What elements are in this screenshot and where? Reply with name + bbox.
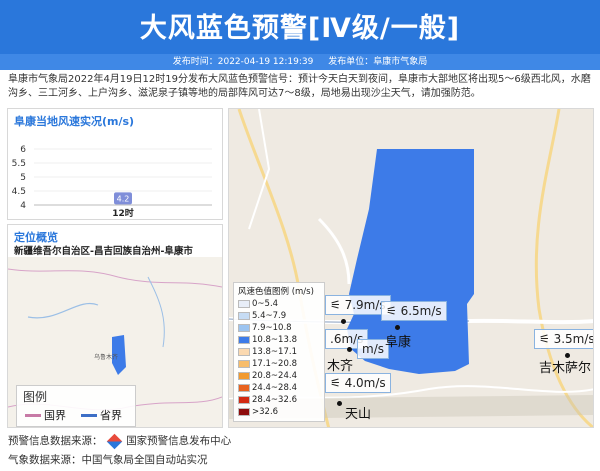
legend-swatch <box>238 383 250 392</box>
legend-row: 28.4~32.6 <box>238 395 297 405</box>
legend-label: 5.4~7.9 <box>252 311 287 321</box>
legend-label: 13.8~17.1 <box>252 347 297 357</box>
legend-row: 5.4~7.9 <box>238 311 286 321</box>
legend-row: >32.6 <box>238 407 278 417</box>
legend-label: >32.6 <box>252 407 279 417</box>
legend-swatch <box>238 311 250 320</box>
station-dot-1[interactable] <box>341 319 346 324</box>
legend-swatch <box>238 347 250 356</box>
overview-city-label: 乌鲁木齐 <box>94 353 118 361</box>
legend-country-border: 国界 <box>44 409 66 422</box>
legend-label: 24.4~28.4 <box>252 383 297 393</box>
weather-source: 气象数据来源：中国气象局全国自动站实况 <box>8 454 208 466</box>
province-border-swatch <box>81 414 97 417</box>
legend-label: 0~5.4 <box>252 299 279 309</box>
legend-row: 13.8~17.1 <box>238 347 297 357</box>
y-tick-label: 4.5 <box>12 187 26 197</box>
legend-row: 17.1~20.8 <box>238 359 297 369</box>
wind-legend-title: 风速色值图例 (m/s) <box>238 287 314 297</box>
wind-color-legend: 风速色值图例 (m/s) 0~5.4 5.4~7.9 7.9~10.8 10.8~13… <box>233 282 325 422</box>
meta-bar: 发布时间：2022-04-19 12:19:39 发布单位：阜康市气象局 <box>0 54 600 70</box>
legend-swatch <box>238 359 250 368</box>
publish-unit: 发布单位：阜康市气象局 <box>328 57 428 67</box>
y-tick-label: 6 <box>20 145 26 155</box>
legend-row: 24.4~28.4 <box>238 383 297 393</box>
place-jimusaer: 吉木萨尔 <box>539 361 592 376</box>
warning-description: 阜康市气象局2022年4月19日12时19分发布大风蓝色预警信号：预计今天白天到… <box>8 74 591 99</box>
location-overview-panel: 定位概览 新疆维吾尔自治区-昌吉回族自治州-阜康市 乌鲁木齐 图例 国界 省界 <box>7 224 223 428</box>
y-tick-label: 4 <box>20 201 26 211</box>
wind-label-5[interactable]: ⚟ 4.0m/s <box>325 373 391 393</box>
legend-row: 20.8~24.4 <box>238 371 297 381</box>
publish-time: 发布时间：2022-04-19 12:19:39 <box>172 57 314 67</box>
x-tick-label: 12时 <box>112 207 134 217</box>
page-title: 大风蓝色预警[Ⅳ级/一般] <box>139 13 461 44</box>
legend-swatch <box>238 299 250 308</box>
station-dot-3[interactable] <box>337 401 342 406</box>
legend-label: 10.8~13.8 <box>252 335 297 345</box>
place-urumqi-partial: 木齐 <box>327 359 354 374</box>
legend-province-border: 省界 <box>100 409 122 422</box>
warning-source-link[interactable]: 国家预警信息发布中心 <box>126 435 231 447</box>
y-tick-label: 5.5 <box>12 159 26 169</box>
legend-label: 17.1~20.8 <box>252 359 297 369</box>
legend-label: 7.9~10.8 <box>252 323 292 333</box>
header-banner: 大风蓝色预警[Ⅳ级/一般] <box>0 0 600 54</box>
overview-legend: 图例 国界 省界 <box>16 385 136 427</box>
diamond-logo-icon <box>106 433 123 449</box>
station-dot-fukang[interactable] <box>395 325 400 330</box>
wind-chart: 6 5.5 5 4.5 4 4.2 12时 <box>12 145 212 217</box>
legend-swatch <box>238 395 250 404</box>
data-label: 4.2 <box>117 194 130 203</box>
station-dot-2[interactable] <box>347 347 352 352</box>
wind-label-2[interactable]: ⚟ 6.5m/s <box>381 301 447 321</box>
legend-swatch <box>238 323 250 332</box>
legend-label: 28.4~32.6 <box>252 395 297 405</box>
y-tick-label: 5 <box>20 173 26 183</box>
warning-source: 预警信息数据来源： 国家预警信息发布中心 <box>8 433 231 449</box>
legend-row: 10.8~13.8 <box>238 335 297 345</box>
legend-row: 0~5.4 <box>238 299 278 309</box>
loc-panel-subtitle: 新疆维吾尔自治区-昌吉回族自治州-阜康市 <box>14 246 193 257</box>
legend-label: 20.8~24.4 <box>252 371 297 381</box>
place-fukang: 阜康 <box>385 335 412 350</box>
legend-swatch <box>238 407 250 416</box>
legend-swatch <box>238 371 250 380</box>
legend-row: 7.9~10.8 <box>238 323 292 333</box>
place-tianshan: 天山 <box>345 407 372 422</box>
legend-swatch <box>238 335 250 344</box>
warning-source-label: 预警信息数据来源： <box>8 435 103 447</box>
wind-label-6[interactable]: ⚟ 3.5m/s <box>534 329 593 349</box>
wind-speed-panel: 阜康当地风速实况(m/s) 6 5.5 5 4.5 4 4.2 12时 <box>7 108 223 220</box>
country-border-swatch <box>25 414 41 417</box>
overview-legend-title: 图例 <box>23 390 48 404</box>
